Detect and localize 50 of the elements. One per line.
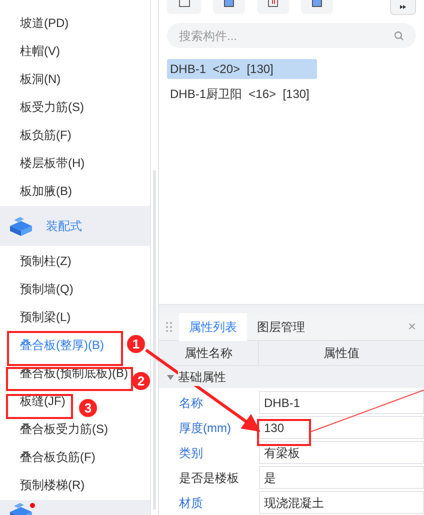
- copy-button[interactable]: [213, 0, 245, 14]
- expand-icon: [167, 374, 174, 380]
- sidebar-item[interactable]: 叠合板受力筋(S): [20, 415, 108, 443]
- property-name: 厚度(mm): [178, 420, 232, 436]
- tab[interactable]: 属性列表: [179, 312, 247, 340]
- stacked-blocks-icon: [10, 216, 32, 236]
- property-name: 材质: [178, 494, 204, 512]
- callout-number: 1: [127, 335, 145, 353]
- new-button[interactable]: [167, 0, 201, 14]
- sidebar-item[interactable]: 板负筋(F): [20, 121, 72, 149]
- more-button[interactable]: [390, 0, 416, 15]
- property-value-field[interactable]: 130: [259, 416, 424, 439]
- callout-box: [257, 419, 311, 446]
- search-field[interactable]: 搜索构件...: [167, 23, 416, 48]
- tab[interactable]: 图层管理: [247, 312, 315, 340]
- double-arrow-icon: [400, 4, 406, 8]
- property-value-field[interactable]: 是: [259, 466, 424, 489]
- column-header: 属性名称: [159, 341, 259, 365]
- delete-button[interactable]: [257, 0, 289, 14]
- property-name: 是否是楼板: [178, 470, 240, 486]
- component-item[interactable]: DHB-1厨卫阳 <16> [130]: [167, 84, 317, 104]
- search-icon: [394, 31, 404, 41]
- column-header: 属性值: [322, 345, 360, 362]
- category-label: 装配式: [46, 218, 82, 235]
- sidebar-item[interactable]: 楼层板带(H): [20, 149, 85, 177]
- sidebar-item[interactable]: 叠合板(整厚)(B): [20, 331, 104, 359]
- callout-number: 3: [79, 399, 97, 417]
- sidebar-item[interactable]: 坡道(PD): [20, 9, 69, 37]
- property-name: 名称: [178, 394, 204, 412]
- sidebar-item[interactable]: 预制柱(Z): [20, 247, 72, 275]
- sidebar-item[interactable]: 预制梁(L): [20, 303, 71, 331]
- sidebar-item[interactable]: 板受力筋(S): [20, 93, 84, 121]
- sidebar-item[interactable]: 叠合板负筋(F): [20, 443, 96, 471]
- sidebar-item[interactable]: 柱帽(V): [20, 37, 60, 65]
- sidebar-item[interactable]: 板缝(JF): [20, 387, 66, 415]
- sidebar-item[interactable]: 板洞(N): [20, 65, 61, 93]
- sidebar-item[interactable]: 预制楼梯(R): [20, 471, 85, 499]
- property-value-field[interactable]: DHB-1: [259, 391, 424, 414]
- group-label: 基础属性: [178, 368, 226, 386]
- duplicate-button[interactable]: [301, 0, 333, 14]
- property-value-field[interactable]: 有梁板: [259, 441, 424, 464]
- sidebar-item[interactable]: 预制墙(Q): [20, 275, 74, 303]
- property-value-field[interactable]: 现浇混凝土: [259, 491, 424, 514]
- callout-number: 2: [132, 372, 150, 390]
- group-row[interactable]: 基础属性: [159, 366, 424, 388]
- drag-handle-icon[interactable]: [166, 322, 172, 332]
- callout-box: [6, 394, 73, 419]
- component-item[interactable]: DHB-1 <20> [130]: [167, 59, 317, 79]
- sidebar-item[interactable]: 板加腋(B): [20, 177, 72, 205]
- property-name: 类别: [178, 444, 204, 462]
